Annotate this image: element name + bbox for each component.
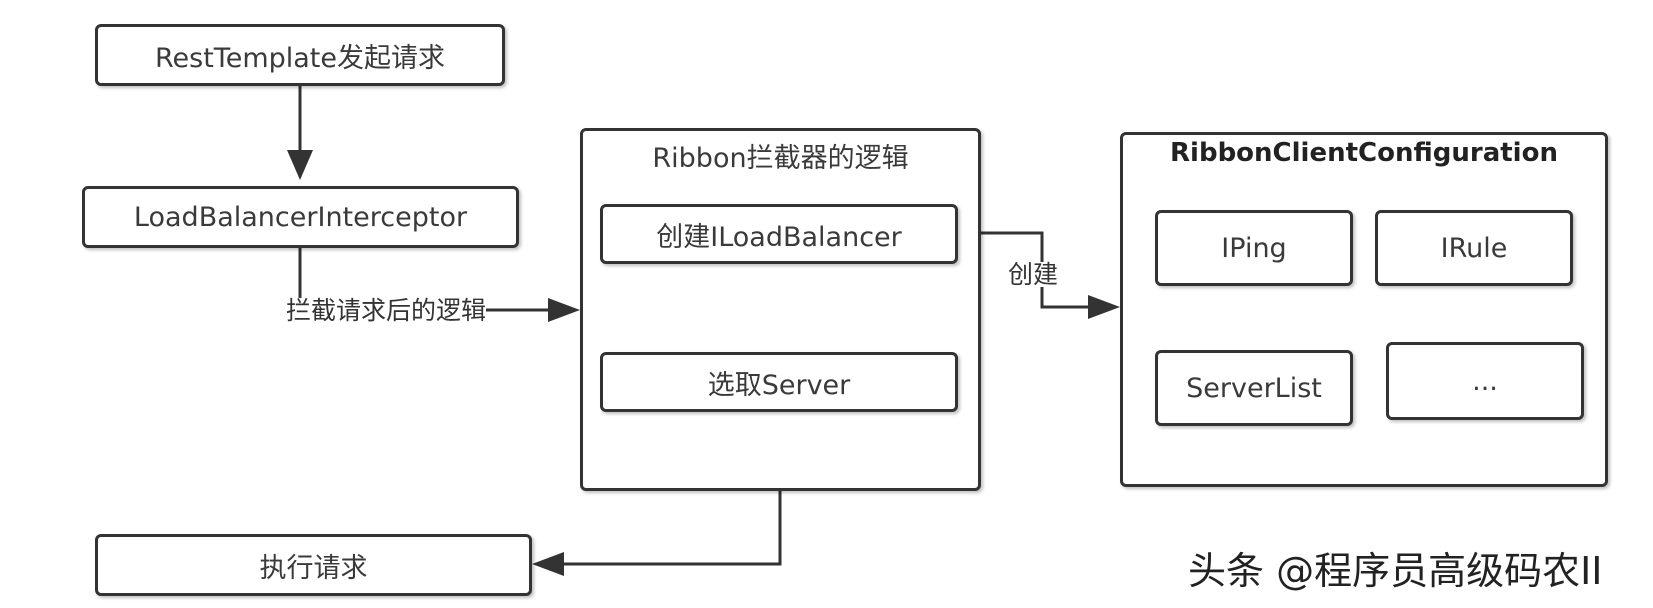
edge-ribbon-to-execute (562, 491, 782, 566)
create-iloadbalancer-node: 创建ILoadBalancer (600, 204, 958, 264)
ribbon-logic-title: Ribbon拦截器的逻辑 (652, 143, 909, 174)
iping-node: IPing (1155, 210, 1353, 286)
rest-template-label: RestTemplate发起请求 (154, 42, 445, 74)
irule-node: IRule (1375, 210, 1573, 286)
execute-request-label: 执行请求 (259, 552, 368, 584)
ellipsis-node: ... (1386, 342, 1584, 420)
load-balancer-interceptor-label: LoadBalancerInterceptor (133, 201, 468, 233)
create-iloadbalancer-label: 创建ILoadBalancer (656, 221, 902, 253)
ribbon-client-configuration-title: RibbonClientConfiguration (1170, 138, 1558, 168)
ellipsis-label: ... (1472, 365, 1498, 397)
irule-label: IRule (1440, 232, 1508, 264)
arrowhead-ribbon-to-execute (532, 552, 564, 576)
arrowhead-interceptor-to-ribbon (548, 298, 580, 322)
execute-request-node: 执行请求 (95, 534, 532, 596)
serverlist-node: ServerList (1155, 350, 1353, 426)
arrowhead-rest-to-interceptor (287, 150, 313, 180)
select-server-node: 选取Server (600, 352, 958, 412)
rest-template-node: RestTemplate发起请求 (95, 24, 505, 86)
after-intercept-edge-label: 拦截请求后的逻辑 (286, 296, 487, 325)
select-server-label: 选取Server (707, 369, 851, 401)
create-edge-label: 创建 (1008, 260, 1059, 289)
ribbon-client-configuration-container: RibbonClientConfiguration (1120, 132, 1608, 487)
arrowhead-create-to-config (1088, 295, 1120, 319)
iping-label: IPing (1221, 232, 1287, 264)
serverlist-label: ServerList (1186, 372, 1322, 404)
watermark-text: 头条 @程序员高级码农II (1188, 549, 1603, 593)
ribbon-logic-container: Ribbon拦截器的逻辑 (580, 128, 981, 491)
load-balancer-interceptor-node: LoadBalancerInterceptor (82, 186, 519, 248)
